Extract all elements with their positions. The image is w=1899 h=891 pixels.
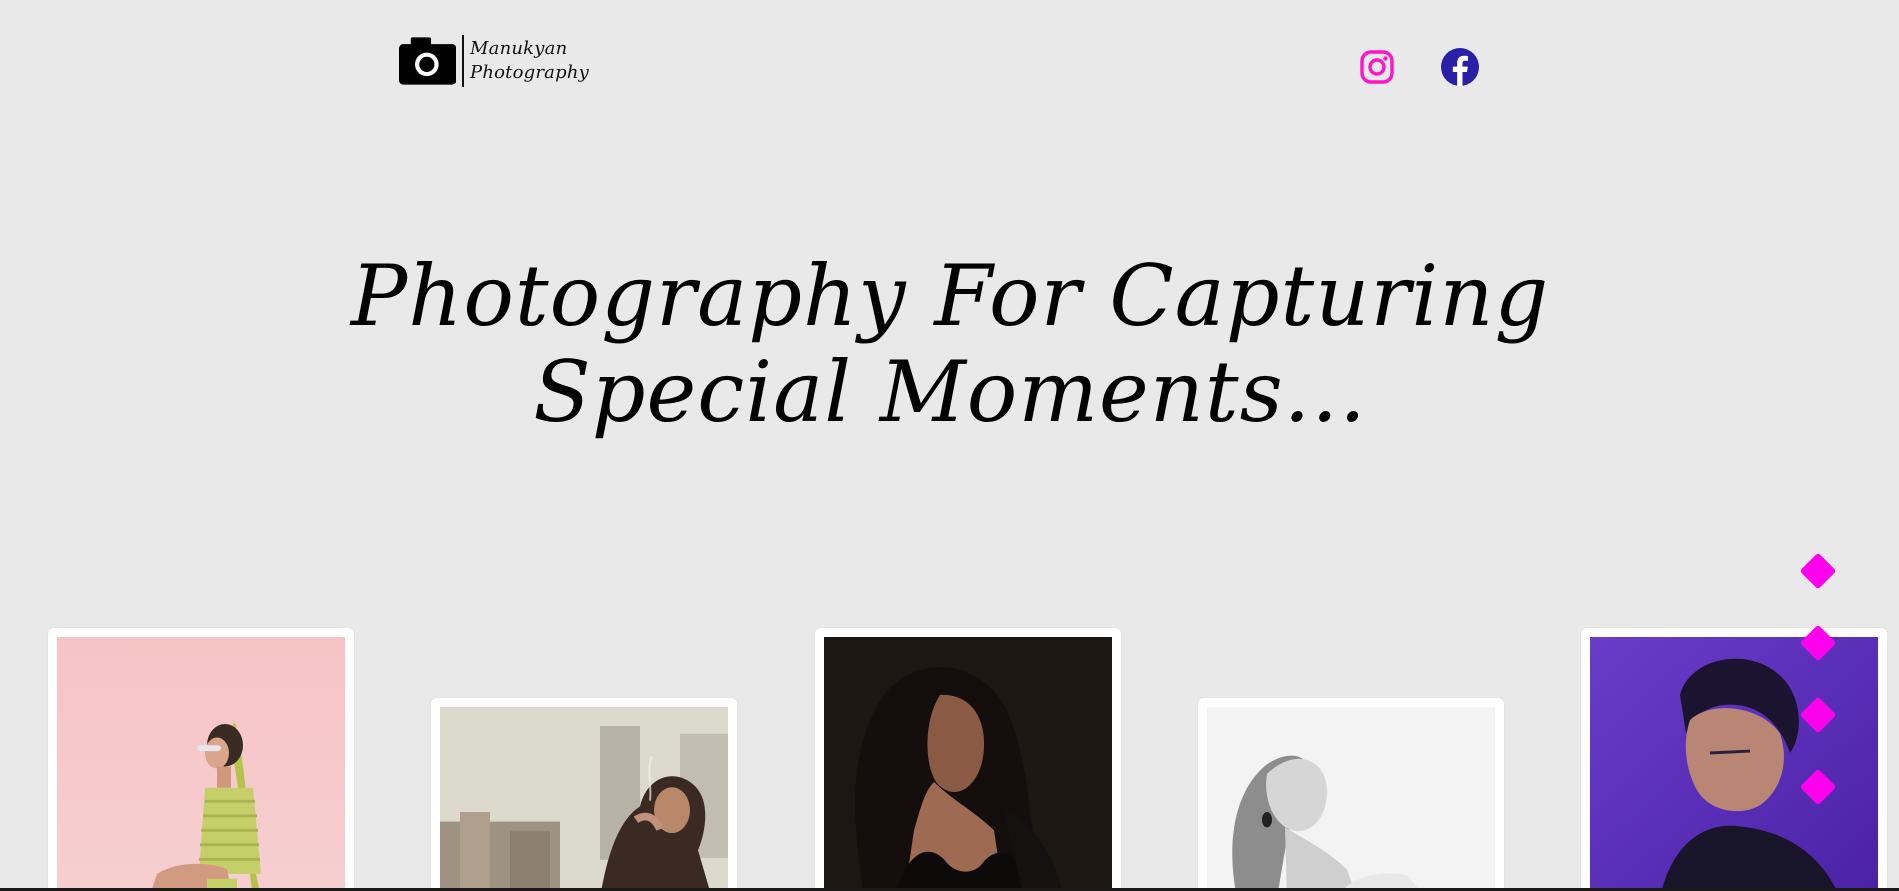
dot-nav-item-1[interactable] (1799, 552, 1837, 590)
instagram-link[interactable] (1357, 47, 1397, 87)
logo-divider (462, 35, 465, 87)
photo-woman-smoking-rooftop (440, 707, 728, 891)
facebook-link[interactable] (1440, 47, 1480, 87)
dot-nav-item-4[interactable] (1799, 768, 1837, 806)
gallery-photo-1[interactable] (48, 628, 354, 891)
photo-woman-black-white-portrait (1207, 707, 1495, 891)
camera-icon (399, 37, 457, 85)
dot-nav-item-2[interactable] (1799, 624, 1837, 662)
gallery-photo-4[interactable] (1198, 698, 1504, 891)
dot-nav-item-3[interactable] (1799, 696, 1837, 734)
photo-woman-sitting-pink (57, 637, 345, 891)
gallery-photo-3[interactable] (815, 628, 1121, 891)
logo-text: Manukyan Photography (470, 37, 589, 85)
photo-woman-dark-portrait (824, 637, 1112, 891)
hero-title: Photography For Capturing Special Moment… (300, 248, 1600, 440)
hero-title-line-2: Special Moments... (533, 343, 1367, 441)
hero-title-line-1: Photography For Capturing (350, 247, 1550, 345)
gallery-photo-2[interactable] (431, 698, 737, 891)
logo-line-2: Photography (470, 62, 589, 83)
site-logo[interactable]: Manukyan Photography (399, 32, 589, 90)
section-dot-nav (1799, 552, 1837, 806)
instagram-icon (1360, 50, 1394, 84)
gallery-photo-5[interactable] (1581, 628, 1887, 891)
page: Manukyan Photography Photography For Cap… (0, 0, 1899, 891)
logo-line-1: Manukyan (470, 38, 568, 59)
facebook-icon (1441, 48, 1479, 86)
